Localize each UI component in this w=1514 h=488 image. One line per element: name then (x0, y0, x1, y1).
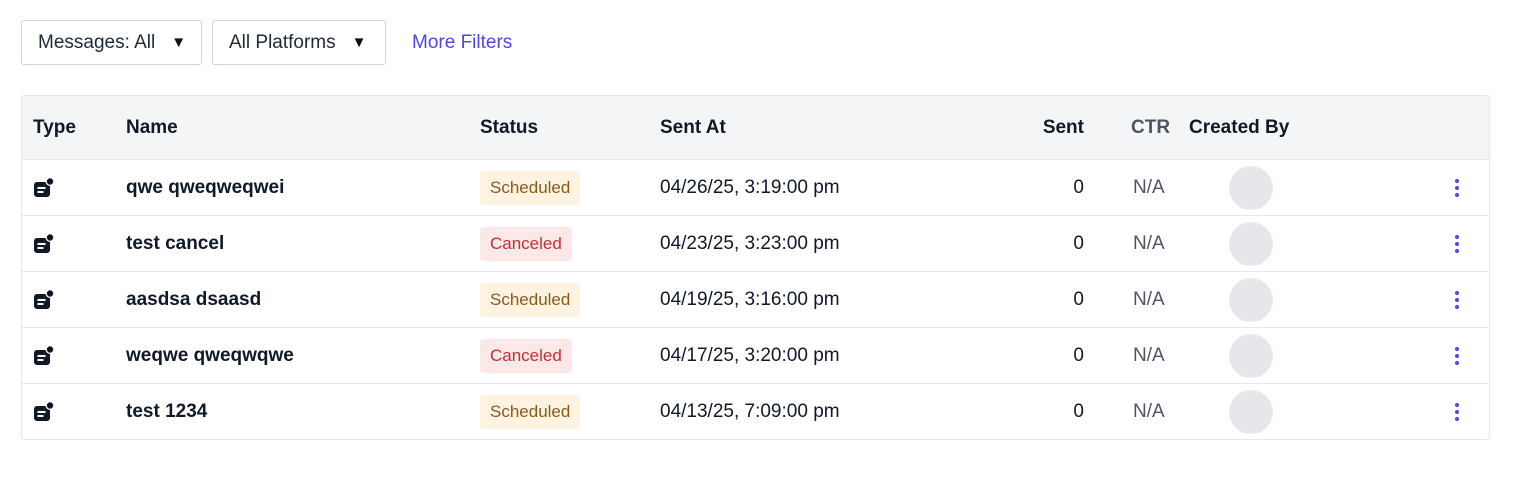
sent-at-value: 04/26/25, 3:19:00 pm (660, 177, 840, 198)
ctr-value: N/A (1133, 233, 1165, 254)
status-badge: Scheduled (480, 171, 581, 205)
avatar (1229, 334, 1273, 378)
sent-at-value: 04/19/25, 3:16:00 pm (660, 289, 840, 310)
avatar (1229, 222, 1273, 266)
more-actions-icon[interactable] (1451, 287, 1463, 313)
avatar (1229, 278, 1273, 322)
message-name[interactable]: qwe qweqweqwei (126, 160, 284, 216)
avatar (1229, 166, 1273, 210)
header-status[interactable]: Status (480, 96, 538, 160)
header-name[interactable]: Name (126, 96, 178, 160)
ctr-value: N/A (1133, 289, 1165, 310)
status-badge: Canceled (480, 227, 572, 261)
status-badge: Scheduled (480, 283, 581, 317)
status-badge: Canceled (480, 339, 572, 373)
sent-count: 0 (1073, 233, 1084, 254)
header-sent[interactable]: Sent (1043, 96, 1084, 160)
sent-count: 0 (1073, 289, 1084, 310)
message-notification-icon (34, 177, 55, 197)
more-filters-link[interactable]: More Filters (412, 32, 512, 54)
message-name[interactable]: aasdsa dsaasd (126, 272, 261, 328)
status-badge: Scheduled (480, 395, 581, 429)
sent-count: 0 (1073, 345, 1084, 366)
caret-down-icon: ▼ (171, 34, 187, 51)
header-type[interactable]: Type (33, 96, 76, 160)
table-row[interactable]: qwe qweqweqwei Scheduled 04/26/25, 3:19:… (22, 160, 1489, 216)
sent-count: 0 (1073, 177, 1084, 198)
message-notification-icon (34, 289, 55, 309)
filter-bar: Messages: All ▼ All Platforms ▼ More Fil… (21, 20, 512, 65)
messages-filter-dropdown[interactable]: Messages: All ▼ (21, 20, 202, 65)
table-body: qwe qweqweqwei Scheduled 04/26/25, 3:19:… (22, 160, 1489, 439)
message-name[interactable]: test 1234 (126, 384, 207, 439)
message-notification-icon (34, 345, 55, 365)
table-row[interactable]: test 1234 Scheduled 04/13/25, 7:09:00 pm… (22, 384, 1489, 439)
messages-filter-label: Messages: All (38, 31, 156, 53)
table-row[interactable]: test cancel Canceled 04/23/25, 3:23:00 p… (22, 216, 1489, 272)
avatar (1229, 390, 1273, 434)
message-notification-icon (34, 233, 55, 253)
ctr-value: N/A (1133, 401, 1165, 422)
header-created-by[interactable]: Created By (1189, 96, 1289, 160)
platforms-filter-dropdown[interactable]: All Platforms ▼ (212, 20, 386, 65)
table-row[interactable]: aasdsa dsaasd Scheduled 04/19/25, 3:16:0… (22, 272, 1489, 328)
ctr-value: N/A (1133, 345, 1165, 366)
messages-table: Type Name Status Sent At Sent CTR Create… (21, 95, 1490, 440)
more-actions-icon[interactable] (1451, 399, 1463, 425)
message-name[interactable]: test cancel (126, 216, 224, 272)
platforms-filter-label: All Platforms (229, 31, 336, 53)
message-notification-icon (34, 401, 55, 421)
header-sent-at[interactable]: Sent At (660, 96, 726, 160)
sent-at-value: 04/23/25, 3:23:00 pm (660, 233, 840, 254)
more-actions-icon[interactable] (1451, 231, 1463, 257)
sent-at-value: 04/13/25, 7:09:00 pm (660, 401, 840, 422)
header-ctr[interactable]: CTR (1131, 96, 1170, 160)
caret-down-icon: ▼ (351, 34, 367, 51)
ctr-value: N/A (1133, 177, 1165, 198)
sent-at-value: 04/17/25, 3:20:00 pm (660, 345, 840, 366)
table-row[interactable]: weqwe qweqwqwe Canceled 04/17/25, 3:20:0… (22, 328, 1489, 384)
more-actions-icon[interactable] (1451, 343, 1463, 369)
more-actions-icon[interactable] (1451, 175, 1463, 201)
message-name[interactable]: weqwe qweqwqwe (126, 328, 294, 384)
table-header: Type Name Status Sent At Sent CTR Create… (22, 96, 1489, 160)
sent-count: 0 (1073, 401, 1084, 422)
